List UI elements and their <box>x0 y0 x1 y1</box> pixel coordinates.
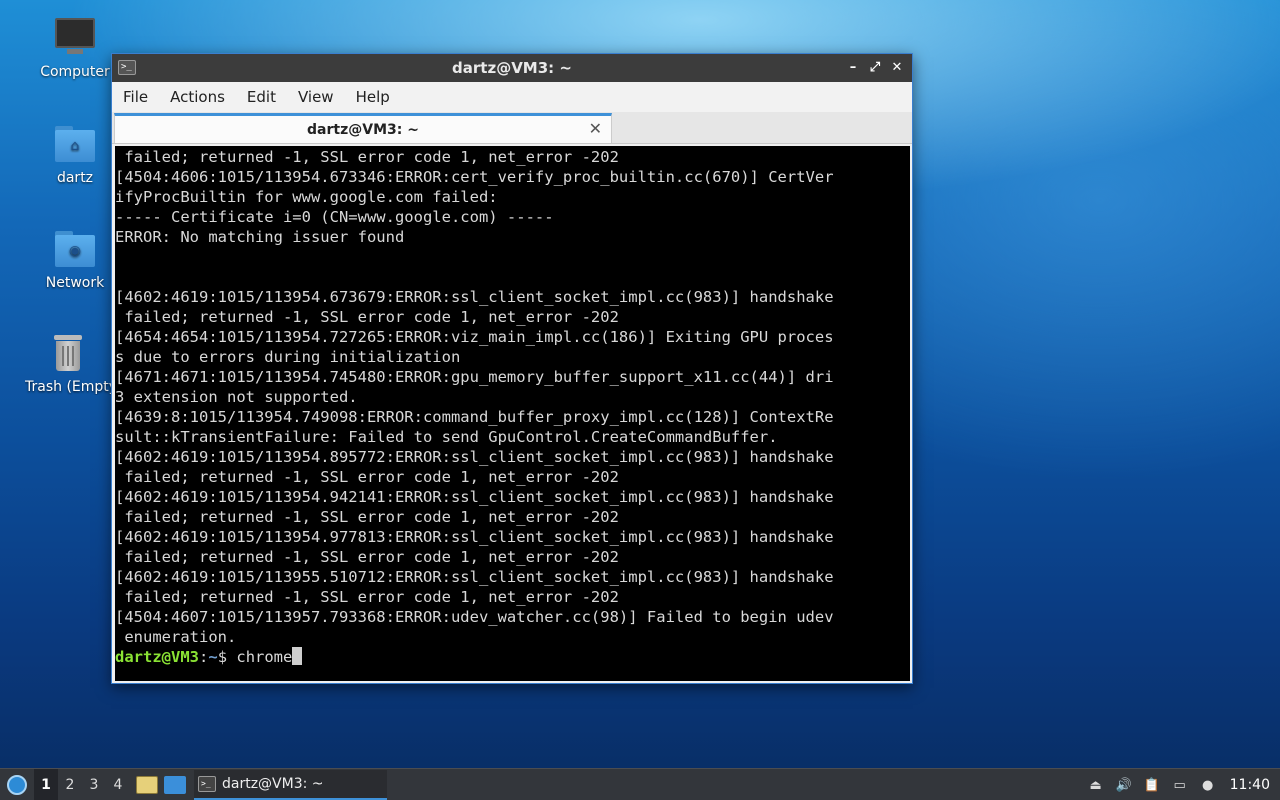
menu-view[interactable]: View <box>291 88 341 106</box>
prompt-symbol: $ <box>217 648 237 666</box>
text-cursor <box>292 647 303 665</box>
menu-actions[interactable]: Actions <box>163 88 232 106</box>
terminal-line: [4654:4654:1015/113954.727265:ERROR:viz_… <box>115 328 834 346</box>
desktop-icon-label: Network <box>45 275 105 291</box>
terminal-line: [4602:4619:1015/113954.895772:ERROR:ssl_… <box>115 448 834 466</box>
eject-icon[interactable]: ⏏ <box>1086 776 1106 794</box>
desktop-icon-label: dartz <box>56 170 94 186</box>
workspace-2[interactable]: 2 <box>58 769 82 800</box>
home-folder-icon: ⌂ <box>53 124 97 164</box>
command-input[interactable]: chrome <box>236 648 292 666</box>
prompt-path: ~ <box>208 648 218 666</box>
taskbar-item-terminal[interactable]: >_ dartz@VM3: ~ <box>194 769 387 800</box>
network-icon[interactable]: ▭ <box>1170 776 1190 794</box>
clipboard-icon[interactable]: 📋 <box>1142 776 1162 794</box>
terminal-line: failed; returned -1, SSL error code 1, n… <box>115 508 619 526</box>
desktop-icon-label: Computer <box>40 64 110 80</box>
show-desktop-icon[interactable] <box>164 775 186 794</box>
file-manager-launcher-icon[interactable] <box>136 775 158 794</box>
terminal-line: [4602:4619:1015/113954.673679:ERROR:ssl_… <box>115 288 834 306</box>
desktop-icon-label: Trash (Empty) <box>25 379 111 395</box>
desktop-icon-home-folder[interactable]: ⌂ dartz <box>25 124 125 186</box>
application-menu-button[interactable] <box>0 769 34 800</box>
menu-bar: File Actions Edit View Help <box>112 82 912 112</box>
desktop-icon-network[interactable]: ◉ Network <box>25 229 125 291</box>
tab-bar: dartz@VM3: ~ ✕ <box>112 112 912 144</box>
terminal-output[interactable]: failed; returned -1, SSL error code 1, n… <box>115 146 910 681</box>
maximize-button[interactable]: ⤢ <box>866 58 884 76</box>
terminal-line: failed; returned -1, SSL error code 1, n… <box>115 308 619 326</box>
task-label: dartz@VM3: ~ <box>222 775 324 792</box>
tab-label: dartz@VM3: ~ <box>307 121 419 138</box>
trash-icon <box>46 333 90 373</box>
terminal-line: [4504:4606:1015/113954.673346:ERROR:cert… <box>115 168 834 186</box>
terminal-line: [4671:4671:1015/113954.745480:ERROR:gpu_… <box>115 368 834 386</box>
menu-file[interactable]: File <box>116 88 155 106</box>
terminal-line: [4504:4607:1015/113957.793368:ERROR:udev… <box>115 608 834 626</box>
window-titlebar[interactable]: >_ dartz@VM3: ~ – ⤢ ✕ <box>112 54 912 82</box>
window-title: dartz@VM3: ~ <box>452 59 572 77</box>
workspace-4[interactable]: 4 <box>106 769 130 800</box>
network-folder-icon: ◉ <box>53 229 97 269</box>
terminal-line: 3 extension not supported. <box>115 388 358 406</box>
update-notifier-icon[interactable]: ● <box>1198 776 1218 794</box>
desktop-icon-trash[interactable]: Trash (Empty) <box>25 333 111 395</box>
terminal-line: enumeration. <box>115 628 237 646</box>
terminal-line: ----- Certificate i=0 (CN=www.google.com… <box>115 208 554 226</box>
terminal-line: failed; returned -1, SSL error code 1, n… <box>115 548 619 566</box>
terminal-line: [4639:8:1015/113954.749098:ERROR:command… <box>115 408 834 426</box>
minimize-button[interactable]: – <box>844 58 862 76</box>
workspace-1[interactable]: 1 <box>34 768 58 800</box>
volume-icon[interactable]: 🔊 <box>1114 776 1134 794</box>
terminal-line: [4602:4619:1015/113955.510712:ERROR:ssl_… <box>115 568 834 586</box>
terminal-window: >_ dartz@VM3: ~ – ⤢ ✕ File Actions Edit … <box>111 53 913 684</box>
prompt-line: dartz@VM3:~$ chrome <box>115 647 910 667</box>
terminal-line: failed; returned -1, SSL error code 1, n… <box>115 468 619 486</box>
terminal-line: [4602:4619:1015/113954.977813:ERROR:ssl_… <box>115 528 834 546</box>
close-button[interactable]: ✕ <box>888 58 906 76</box>
clock[interactable]: 11:40 <box>1230 777 1270 793</box>
terminal-line: ifyProcBuiltin for www.google.com failed… <box>115 188 498 206</box>
terminal-line: failed; returned -1, SSL error code 1, n… <box>115 148 619 166</box>
terminal-line: failed; returned -1, SSL error code 1, n… <box>115 588 619 606</box>
system-tray: ⏏ 🔊 📋 ▭ ● 11:40 <box>1082 769 1280 800</box>
desktop-icon-computer[interactable]: Computer <box>25 18 125 80</box>
terminal-line: s due to errors during initialization <box>115 348 461 366</box>
terminal-line: [4602:4619:1015/113954.942141:ERROR:ssl_… <box>115 488 834 506</box>
start-menu-icon <box>7 774 27 795</box>
computer-icon <box>53 18 97 58</box>
terminal-line: sult::kTransientFailure: Failed to send … <box>115 428 778 446</box>
tab-terminal[interactable]: dartz@VM3: ~ ✕ <box>114 113 612 143</box>
prompt-user-host: dartz@VM3 <box>115 648 199 666</box>
prompt-separator: : <box>199 648 209 666</box>
terminal-app-icon[interactable]: >_ <box>118 60 136 75</box>
terminal-task-icon: >_ <box>198 775 216 792</box>
terminal-line: ERROR: No matching issuer found <box>115 228 405 246</box>
workspace-3[interactable]: 3 <box>82 769 106 800</box>
tab-close-icon[interactable]: ✕ <box>589 119 602 138</box>
taskbar: 1 2 3 4 >_ dartz@VM3: ~ ⏏ 🔊 📋 ▭ ● 11:40 <box>0 768 1280 800</box>
menu-help[interactable]: Help <box>349 88 397 106</box>
menu-edit[interactable]: Edit <box>240 88 283 106</box>
